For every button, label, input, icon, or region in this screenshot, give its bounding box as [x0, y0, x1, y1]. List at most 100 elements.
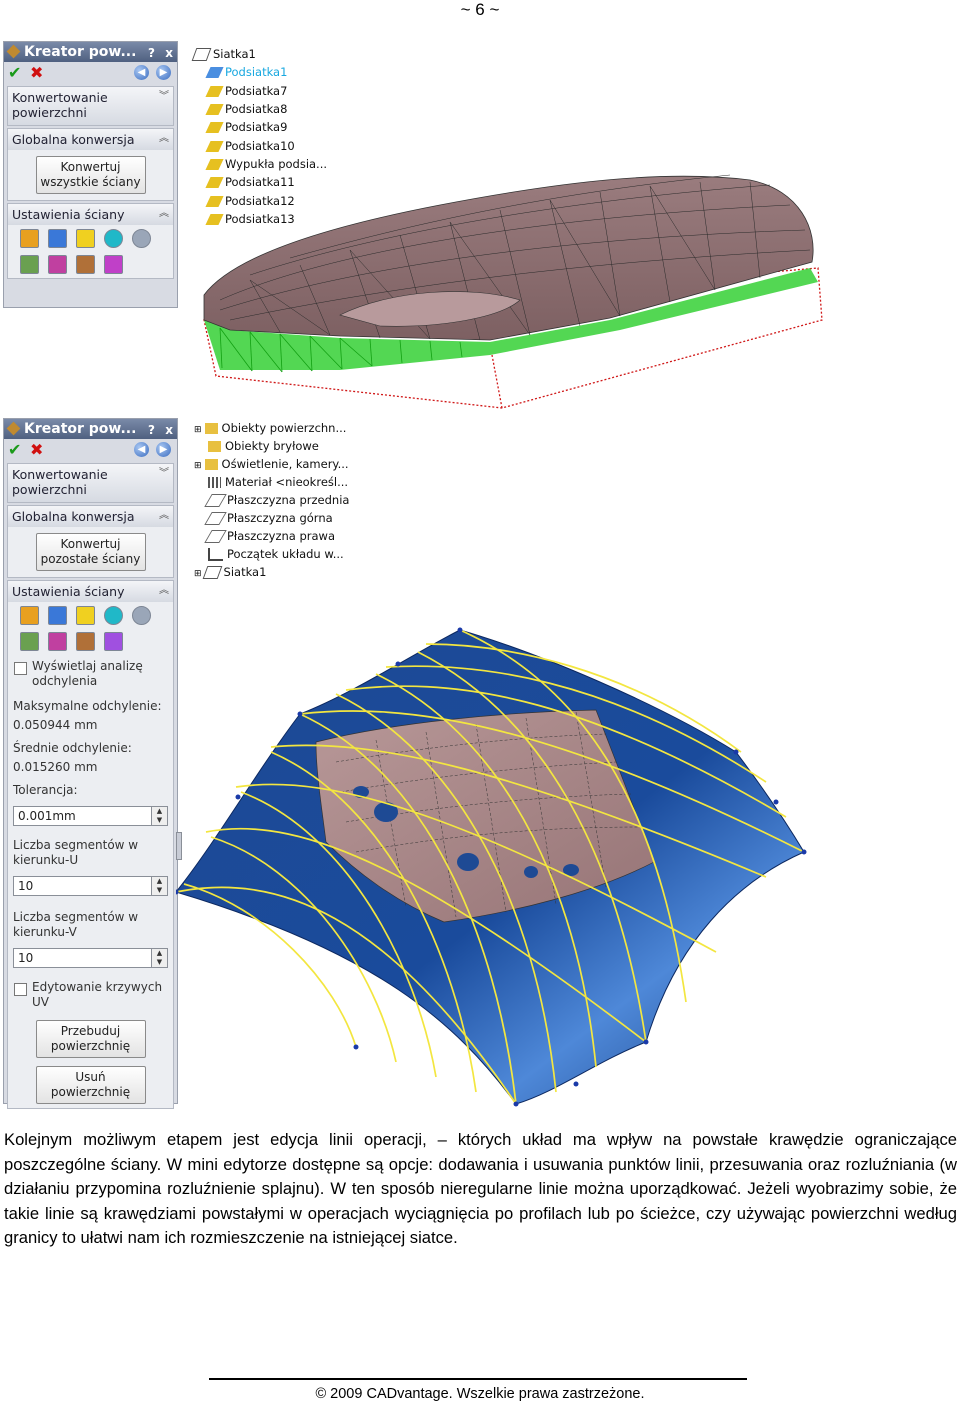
tree-item-siatka1[interactable]: ⊞ Siatka1: [194, 563, 266, 581]
footer-divider: [209, 1378, 747, 1380]
surface-model-viewport[interactable]: [176, 622, 816, 1110]
extrude-face-icon[interactable]: [76, 632, 95, 651]
max-deviation-value: 0.050944 mm: [13, 718, 98, 732]
cone-face-icon[interactable]: [76, 229, 95, 248]
convert-all-faces-button[interactable]: Konwertuj wszystkie ściany: [35, 156, 146, 194]
avg-deviation-label: Średnie odchylenie:: [13, 741, 132, 755]
help-icon[interactable]: ?: [148, 43, 155, 63]
segments-v-stepper[interactable]: 10 ▲ ▼: [13, 948, 168, 968]
checkbox-box[interactable]: [14, 983, 27, 996]
revolve-face-icon[interactable]: [48, 632, 67, 651]
blend-face-icon[interactable]: [104, 255, 123, 274]
tree-item-material[interactable]: Materiał <nieokreśl...: [208, 473, 348, 491]
back-arrow-icon[interactable]: ◀: [134, 65, 149, 80]
panel-title: Kreator pow...: [24, 44, 137, 60]
tree-item-podsiatka7[interactable]: Podsiatka7: [205, 82, 287, 100]
expand-plus-icon[interactable]: ⊞: [194, 425, 202, 435]
forward-arrow-icon[interactable]: ▶: [156, 65, 171, 80]
chevron-down-icon[interactable]: ︾: [159, 89, 169, 104]
spin-arrows-icon[interactable]: ▲ ▼: [152, 876, 168, 896]
tree-item-solid-bodies[interactable]: Obiekty bryłowe: [208, 437, 319, 455]
submesh-icon: [205, 67, 224, 78]
cylinder-face-icon[interactable]: [48, 229, 67, 248]
torus-face-icon[interactable]: [132, 229, 151, 248]
group-title: Konwertowanie powierzchni: [12, 467, 108, 497]
property-manager-panel-1: Kreator pow... ? x ✔ ✖ ◀ ▶ Konwertowanie…: [3, 41, 178, 308]
tree-item-siatka1[interactable]: Siatka1: [191, 45, 256, 63]
tree-item-top-plane[interactable]: Płaszczyzna górna: [204, 509, 333, 527]
delete-surface-button[interactable]: Usuń powierzchnię: [35, 1066, 146, 1104]
segments-u-stepper[interactable]: 10 ▲ ▼: [13, 876, 168, 896]
group-face-settings: Ustawienia ściany ︽ Wyświetlaj analizę od…: [7, 580, 174, 1109]
blend-face-icon[interactable]: [104, 632, 123, 651]
group-title: Globalna konwersja: [12, 132, 135, 147]
material-icon: [208, 477, 221, 488]
chevron-up-icon[interactable]: ︽: [159, 206, 169, 221]
group-surface-conversion[interactable]: Konwertowanie powierzchni ︾: [7, 463, 174, 503]
chevron-up-icon[interactable]: ︽: [159, 508, 169, 523]
plane-face-icon[interactable]: [20, 229, 39, 248]
chevron-up-icon[interactable]: ︽: [159, 583, 169, 598]
tree-item-origin[interactable]: Początek układu w...: [208, 545, 344, 563]
ok-check-icon[interactable]: ✔: [8, 63, 21, 82]
plane-icon: [204, 494, 227, 507]
segments-v-label: Liczba segmentów w kierunku-V: [13, 910, 139, 939]
mesh-model-viewport[interactable]: [190, 150, 830, 415]
cancel-x-icon[interactable]: ✖: [30, 63, 43, 82]
tree-item-front-plane[interactable]: Płaszczyzna przednia: [204, 491, 349, 509]
panel-title-bar: Kreator pow... ? x: [4, 42, 177, 62]
plane-face-icon[interactable]: [20, 606, 39, 625]
tree-item-right-plane[interactable]: Płaszczyzna prawa: [204, 527, 335, 545]
tree-item-surface-bodies[interactable]: ⊞ Obiekty powierzchn...: [194, 419, 346, 437]
tree-item-lights-cameras[interactable]: ⊞ Oświetlenie, kamery...: [194, 455, 349, 473]
mesh-icon: [191, 48, 212, 61]
checkbox-box[interactable]: [14, 662, 27, 675]
expand-plus-icon[interactable]: ⊞: [194, 461, 202, 471]
revolve-face-icon[interactable]: [48, 255, 67, 274]
extrude-face-icon[interactable]: [76, 255, 95, 274]
body-paragraph: Kolejnym możliwym etapem jest edycja lin…: [4, 1130, 957, 1247]
freeform-face-icon[interactable]: [20, 255, 39, 274]
segments-v-input[interactable]: 10: [13, 948, 152, 968]
property-manager-panel-2: Kreator pow... ? x ✔ ✖ ◀ ▶ Konwertowanie…: [3, 418, 178, 1109]
chevron-up-icon[interactable]: ︽: [159, 131, 169, 146]
tree-item-podsiatka1[interactable]: Podsiatka1: [205, 63, 287, 81]
edit-uv-curves-checkbox[interactable]: Edytowanie krzywych UV: [8, 976, 173, 1014]
sphere-face-icon[interactable]: [104, 229, 123, 248]
tolerance-stepper[interactable]: 0.001mm ▲ ▼: [13, 806, 168, 826]
mesh-body: [203, 174, 814, 341]
forward-arrow-icon[interactable]: ▶: [156, 442, 171, 457]
expand-plus-icon[interactable]: ⊞: [194, 569, 202, 579]
folder-icon: [208, 441, 221, 452]
avg-deviation-value: 0.015260 mm: [13, 760, 98, 774]
chevron-down-icon[interactable]: ︾: [159, 466, 169, 481]
torus-face-icon[interactable]: [132, 606, 151, 625]
cylinder-face-icon[interactable]: [48, 606, 67, 625]
ok-cancel-row: ✔ ✖ ◀ ▶: [4, 439, 177, 461]
back-arrow-icon[interactable]: ◀: [134, 442, 149, 457]
panel-title: Kreator pow...: [24, 421, 137, 437]
folder-icon: [204, 423, 218, 434]
spin-arrows-icon[interactable]: ▲ ▼: [152, 806, 168, 826]
sphere-face-icon[interactable]: [104, 606, 123, 625]
help-icon[interactable]: ?: [148, 420, 155, 440]
tolerance-input[interactable]: 0.001mm: [13, 806, 152, 826]
freeform-face-icon[interactable]: [20, 632, 39, 651]
tree-item-podsiatka8[interactable]: Podsiatka8: [205, 100, 287, 118]
cone-face-icon[interactable]: [76, 606, 95, 625]
close-icon[interactable]: x: [165, 43, 173, 63]
cancel-x-icon[interactable]: ✖: [30, 440, 43, 459]
close-icon[interactable]: x: [165, 420, 173, 440]
rebuild-surface-button[interactable]: Przebuduj powierzchnię: [35, 1020, 146, 1058]
tree-item-podsiatka9[interactable]: Podsiatka9: [205, 118, 287, 136]
group-surface-conversion[interactable]: Konwertowanie powierzchni ︾: [7, 86, 174, 126]
folder-icon: [204, 459, 218, 470]
show-deviation-checkbox[interactable]: Wyświetlaj analizę odchylenia: [8, 655, 173, 693]
mesh-icon: [202, 566, 222, 579]
plane-icon: [204, 512, 227, 525]
ok-check-icon[interactable]: ✔: [8, 440, 21, 459]
segments-u-input[interactable]: 10: [13, 876, 152, 896]
page-number: ~ 6 ~: [460, 0, 500, 19]
convert-remaining-faces-button[interactable]: Konwertuj pozostałe ściany: [35, 533, 146, 571]
spin-arrows-icon[interactable]: ▲ ▼: [152, 948, 168, 968]
